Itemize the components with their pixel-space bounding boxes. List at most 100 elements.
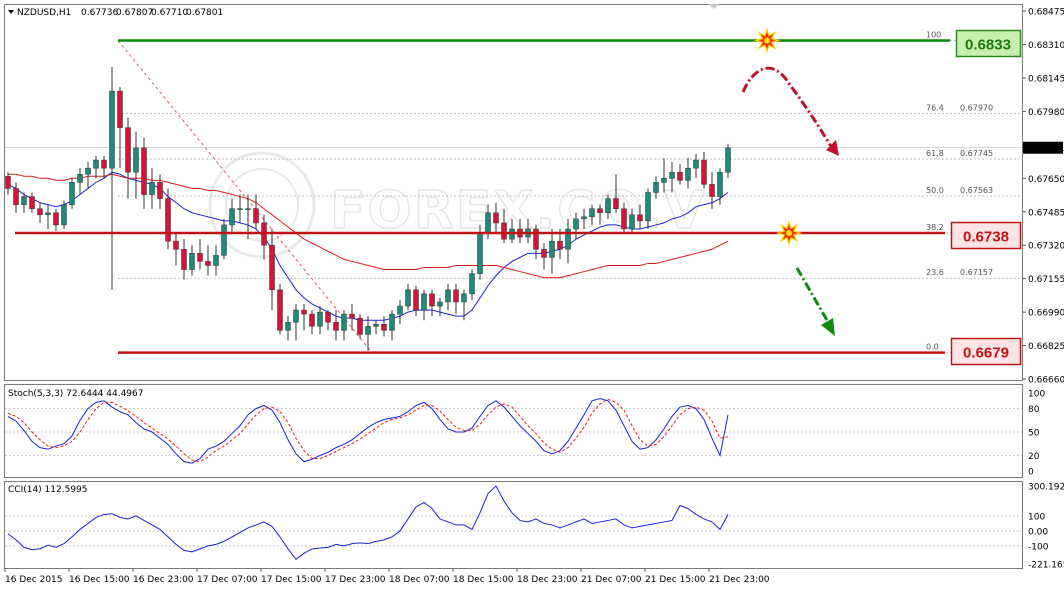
price-tick-label: 0.66825 — [1028, 342, 1064, 352]
candle-body-bear — [5, 176, 11, 189]
candle-body-bull — [237, 208, 243, 210]
price-tick-label: 0.68145 — [1028, 74, 1064, 84]
level-bottom-label: 0.6679 — [963, 345, 1009, 362]
candle-body-bull — [693, 159, 699, 169]
candle-body-bear — [709, 184, 715, 197]
price-tick-label: 0.66990 — [1028, 309, 1064, 319]
price-tick-label: 0.66660 — [1028, 376, 1064, 386]
candle-body-bear — [381, 324, 387, 331]
candle-body-bull — [69, 182, 75, 205]
candle-body-bull — [85, 167, 91, 175]
time-tick-label: 17 Dec 15:00 — [261, 575, 322, 585]
candle-body-bull — [45, 212, 51, 216]
candle-body-bull — [77, 174, 83, 183]
candle-body-bull — [109, 90, 115, 169]
candle-body-bull — [285, 321, 291, 331]
candle-body-bear — [597, 208, 603, 214]
level-top-label: 0.6833 — [965, 37, 1011, 54]
price-tick-label: 0.67155 — [1028, 275, 1064, 285]
candle-body-bear — [117, 90, 123, 128]
fib-price-label: 0.67563 — [960, 186, 993, 195]
stoch-title: Stoch(5,3,3) 72.6444 44.4967 — [8, 389, 143, 399]
candle-body-bear — [197, 253, 203, 262]
candle-body-bear — [541, 249, 547, 258]
candle-body-bull — [573, 218, 579, 230]
candle-body-bull — [365, 326, 371, 335]
burst-core — [786, 230, 792, 237]
cci-tick-label: 100 — [1028, 512, 1045, 522]
candle — [69, 178, 75, 209]
cci-tick-label: 300.1926 — [1028, 483, 1064, 493]
candle-body-bull — [397, 305, 403, 315]
candle — [221, 218, 227, 260]
fib-price-label: 0.67970 — [960, 103, 993, 112]
candle-body-bear — [325, 311, 331, 323]
symbol-label: NZDUSD,H1 — [17, 8, 71, 18]
candle-body-bull — [725, 147, 731, 173]
fib-price-label: 0.67157 — [960, 268, 993, 277]
price-tick-label: 0.67650 — [1028, 175, 1064, 185]
level-mid-label: 0.6738 — [963, 229, 1009, 246]
explosion-icon — [775, 219, 803, 247]
fib-price-label: 0.67745 — [960, 149, 993, 158]
price-tick-label: 0.67980 — [1028, 108, 1064, 118]
candle-body-bull — [669, 171, 675, 179]
cci-tick-label: -221.1653 — [1028, 561, 1064, 571]
time-tick-label: 18 Dec 15:00 — [453, 575, 514, 585]
price-tick-label: 0.68310 — [1028, 41, 1064, 51]
candle-body-bull — [437, 301, 443, 307]
candle-body-bull — [645, 192, 651, 222]
time-tick-label: 16 Dec 23:00 — [133, 575, 194, 585]
candle-body-bear — [101, 159, 107, 169]
candle-body-bull — [21, 196, 27, 205]
level-box-top: 0.6833 — [955, 29, 1022, 58]
fib-percent-label: 76.4 — [926, 103, 944, 112]
candle-body-bull — [605, 198, 611, 214]
fib-percent-label: 100 — [926, 30, 941, 39]
candle-body-bull — [485, 212, 491, 234]
level-box-mid: 0.6738 — [950, 221, 1022, 250]
candle-body-bear — [157, 182, 163, 199]
candle-body-bear — [37, 208, 43, 216]
candle-body-bear — [349, 313, 355, 319]
candle-body-bull — [717, 171, 723, 197]
candle-body-bear — [141, 147, 147, 195]
candle-body-bear — [181, 249, 187, 270]
candle-body-bear — [621, 208, 627, 230]
candle-body-bull — [629, 214, 635, 230]
candle-body-bull — [293, 309, 299, 323]
candle-body-bear — [493, 212, 499, 224]
candle — [61, 200, 67, 229]
candle-body-bull — [589, 208, 595, 218]
stoch-tick-label: 20 — [1028, 452, 1040, 462]
candle-body-bull — [189, 253, 195, 270]
candle-body-bear — [701, 159, 707, 185]
candle-body-bear — [29, 196, 35, 209]
candle-body-bear — [413, 289, 419, 311]
candle-body-bull — [149, 182, 155, 195]
stoch-tick-label: 80 — [1028, 405, 1040, 415]
time-tick-label: 21 Dec 07:00 — [581, 575, 642, 585]
candle-body-bull — [581, 216, 587, 220]
candle-body-bull — [229, 208, 235, 226]
candle-body-bear — [253, 208, 259, 224]
candle-body-bull — [661, 178, 667, 183]
candle-body-bull — [445, 289, 451, 303]
cci-tick-label: 0.00 — [1028, 527, 1048, 537]
fib-percent-label: 23.6 — [926, 268, 944, 277]
candle-body-bear — [333, 321, 339, 331]
time-tick-label: 18 Dec 23:00 — [517, 575, 578, 585]
candle-body-bull — [213, 255, 219, 266]
level-box-bottom: 0.6679 — [950, 337, 1022, 366]
candle-body-bull — [685, 167, 691, 181]
cci-title: CCI(14) 112.5995 — [8, 485, 88, 495]
candle-body-bear — [677, 171, 683, 181]
candle-body-bull — [341, 313, 347, 331]
price-tick-label: 0.68475 — [1028, 8, 1064, 18]
candle-body-bear — [429, 293, 435, 307]
fib-percent-label: 0.0 — [926, 343, 939, 352]
candle-body-bull — [405, 289, 411, 307]
candle-body-bull — [93, 159, 99, 169]
time-tick-label: 17 Dec 23:00 — [325, 575, 386, 585]
stoch-panel-frame — [4, 384, 1023, 478]
